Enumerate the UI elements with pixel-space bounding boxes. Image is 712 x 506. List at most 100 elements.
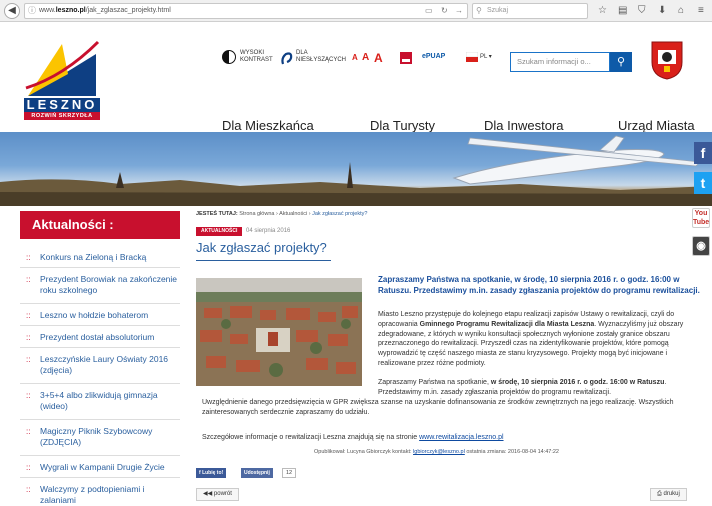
article-paragraph-2: Zapraszamy Państwa na spotkanie, w środę… [378,379,667,396]
article-paragraph-4: Szczegółowe informacje o rewitalizacji L… [202,434,504,441]
site-logo[interactable]: LESZNO ROZWIŃ SKRZYDŁA [24,34,100,130]
sidebar-item-news-8[interactable]: :: Wygrali w Kampanii Drugie Życie [20,462,180,478]
hero-banner: f t [0,132,712,206]
bookmark-star-icon[interactable]: ☆ [598,4,607,18]
info-icon[interactable]: ⓘ [28,4,36,18]
breadcrumb-label: JESTEŚ TUTAJ: [196,211,238,217]
facebook-icon: f [199,470,201,476]
twitter-icon[interactable]: t [694,172,712,194]
nav-tourists[interactable]: Dla Turysty [370,118,435,133]
breadcrumb: JESTEŚ TUTAJ: Strona główna › Aktualnośc… [196,211,368,217]
bullet-icon: :: [26,485,31,494]
instagram-icon[interactable]: ◉ [692,236,710,256]
article-date: 04 sierpnia 2016 [246,228,291,234]
logo-wing-icon [25,40,100,96]
bullet-icon: :: [26,311,31,320]
bip-icon[interactable] [398,50,414,66]
browser-search-placeholder: Szukaj [487,7,509,14]
article-paragraph-3: Uwzględnienie danego przedsięwzięcia w G… [202,399,674,416]
forward-icon[interactable]: → [455,4,463,18]
bullet-icon: :: [26,463,31,472]
sidebar-item-news-6[interactable]: :: 3+5+4 albo zlikwidują gimnazja (wideo) [20,390,180,420]
article-paragraph-1: Miasto Leszno przystępuje do kolejnego e… [378,311,684,367]
logo-slogan: ROZWIŃ SKRZYDŁA [24,112,100,120]
nav-city-hall[interactable]: Urząd Miasta [618,118,695,133]
category-badge[interactable]: AKTUALNOŚCI [196,227,243,236]
facebook-like-button[interactable]: f Lubię to! [196,468,227,478]
search-icon: ⚲ [476,6,482,15]
sidebar-item-label: Konkurs na Zieloną i Bracką [40,252,147,262]
sidebar-item-news-1[interactable]: :: Konkurs na Zieloną i Bracką [20,252,180,268]
bullet-icon: :: [26,391,31,400]
sidebar-item-news-5[interactable]: :: Leszczyńskie Laury Oświaty 2016 (zdjęc… [20,354,180,384]
title-underline [196,260,331,261]
pocket-icon[interactable]: ⛉ [638,4,646,18]
download-icon[interactable]: ⬇ [658,4,666,18]
city-crest-icon[interactable] [650,40,684,80]
breadcrumb-home[interactable]: Strona główna [239,211,274,217]
font-large-button[interactable]: A [374,52,383,64]
print-button[interactable]: ⎙ drukuj [650,488,687,501]
site-search-input[interactable]: Szukam informacji o... [510,52,610,72]
nav-residents[interactable]: Dla Mieszkańca [222,118,314,133]
back-button[interactable]: ◀◀ powrót [196,488,239,501]
back-arrow-icon[interactable]: ◀ [4,3,20,19]
back-arrow-icon: ◀◀ [203,491,213,497]
article-lead: Zapraszamy Państwa na spotkanie, w środę… [378,275,700,295]
epuap-link[interactable]: ePUAP [422,53,445,60]
font-small-button[interactable]: A [352,52,358,64]
address-bar[interactable]: ⓘ www.leszno.pl/jak_zglaszac_projekty.ht… [24,3,468,19]
youtube-icon[interactable]: You Tube [692,208,710,228]
sidebar-item-label: Prezydent Borowiak na zakończenie roku s… [40,274,178,295]
nav-investors[interactable]: Dla Inwestora [484,118,563,133]
font-medium-button[interactable]: A [362,52,369,64]
sidebar-item-news-2[interactable]: :: Prezydent Borowiak na zakończenie roku… [20,274,180,304]
bullet-icon: :: [26,275,31,284]
polish-flag-icon [466,52,478,62]
sidebar-item-news-9[interactable]: :: Walczymy z podtopieniami i zalaniami [20,484,180,506]
bullet-icon: :: [26,333,31,342]
facebook-icon[interactable]: f [694,142,712,164]
bookmarks-list-icon[interactable]: ▤ [618,4,627,18]
print-icon: ⎙ [657,491,662,497]
sidebar-item-label: Leszczyńskie Laury Oświaty 2016 (zdjęcia… [40,354,169,375]
menu-icon[interactable]: ≡ [698,4,704,18]
breadcrumb-news[interactable]: Aktualności [279,211,307,217]
bullet-icon: :: [26,253,31,262]
reader-icon[interactable]: ▭ [425,4,433,18]
bullet-icon: :: [26,355,31,364]
contrast-icon[interactable] [222,50,236,64]
sidebar-item-label: Magiczny Piknik Szybowcowy (ZDJĘCIA) [40,426,153,447]
search-icon: ⚲ [616,56,626,68]
browser-search-input[interactable]: ⚲ Szukaj [472,3,588,19]
hearing-icon[interactable] [280,50,294,66]
sidebar-item-label: Prezydent dostał absolutorium [40,332,155,342]
sidebar-item-news-7[interactable]: :: Magiczny Piknik Szybowcowy (ZDJĘCIA) [20,426,180,456]
sidebar-item-label: 3+5+4 albo zlikwidują gimnazja (wideo) [40,390,158,411]
author-line: Opublikował: Lucyna Gbiorczyk kontakt: l… [314,449,559,455]
deaf-label[interactable]: DLA NIESŁYSZĄCYCH [296,50,346,64]
share-count-badge: 12 [282,468,297,478]
site-search-button[interactable]: ⚲ [610,52,632,72]
sidebar-item-label: Walczymy z podtopieniami i zalaniami [40,484,145,505]
facebook-share-button[interactable]: Udostępnij [241,468,273,478]
sidebar-item-news-3[interactable]: :: Leszno w hołdzie bohaterom [20,310,180,326]
aerial-photo-image [196,278,362,386]
author-email-link[interactable]: lgbiorczyk@leszno.pl [413,449,465,455]
site-header: LESZNO ROZWIŃ SKRZYDŁA WYSOKI KONTRAST D… [0,22,712,133]
sidebar-item-news-4[interactable]: :: Prezydent dostał absolutorium [20,332,180,348]
home-icon[interactable]: ⌂ [678,4,684,18]
breadcrumb-current: Jak zgłaszać projekty? [312,211,368,217]
rewitalizacja-link[interactable]: www.rewitalizacja.leszno.pl [419,434,503,441]
aerial-city-photo[interactable] [196,278,362,386]
sidebar-title: Aktualności : [20,211,180,239]
language-label: PL [480,54,488,60]
sidebar-item-label: Wygrali w Kampanii Drugie Życie [40,462,165,472]
reload-icon[interactable]: ↻ [441,4,448,18]
url-text: www.leszno.pl/jak_zglaszac_projekty.html [39,7,171,14]
glider-city-image [0,135,712,206]
site-search-placeholder: Szukam informacji o... [517,57,591,66]
browser-toolbar: ◀ ⓘ www.leszno.pl/jak_zglaszac_projekty.… [0,0,712,22]
language-select[interactable]: PL ▾ [480,54,492,61]
contrast-label[interactable]: WYSOKI KONTRAST [240,50,280,64]
